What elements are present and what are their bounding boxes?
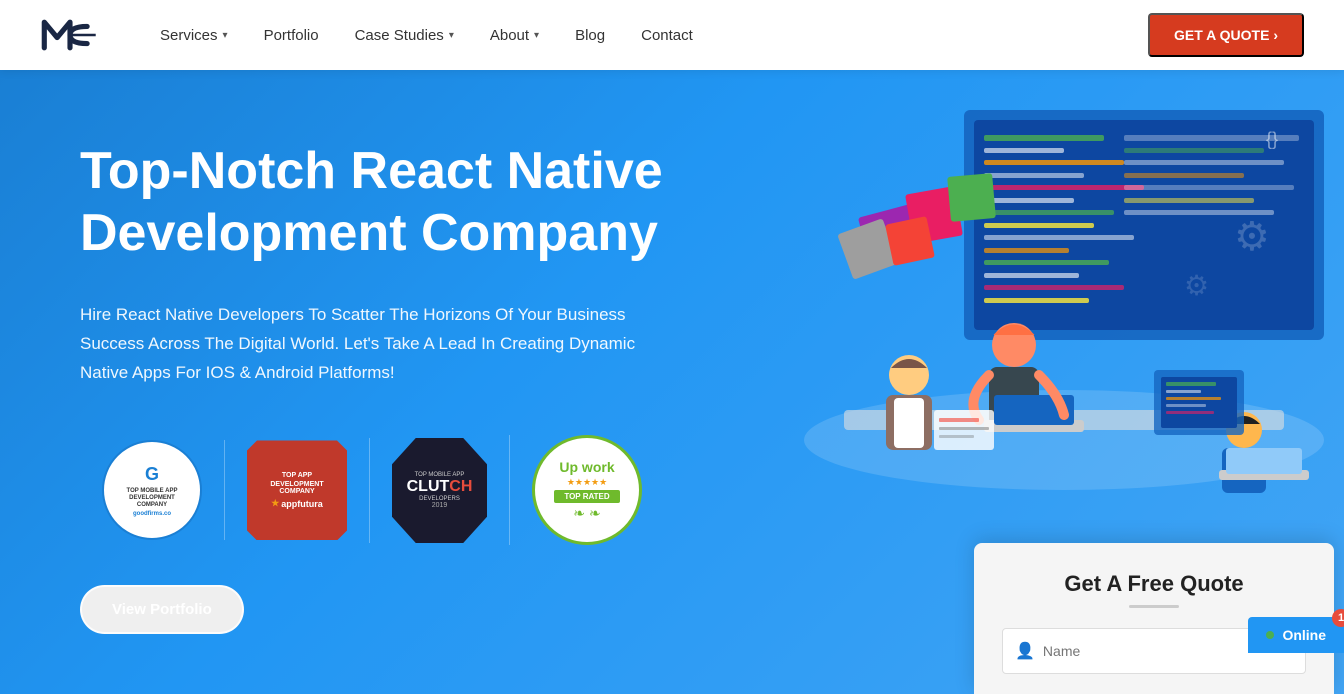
svg-text:⚙: ⚙	[1184, 270, 1209, 301]
badge-goodfirms: G TOP MOBILE APPDEVELOPMENTCOMPANY goodf…	[80, 440, 224, 540]
quote-name-icon: 👤	[1015, 641, 1035, 661]
hero-illustration: ⚙ ⚙ {}	[764, 80, 1344, 500]
nav-item-about[interactable]: About ▾	[490, 27, 539, 44]
nav-item-case-studies[interactable]: Case Studies ▾	[355, 27, 454, 44]
nav-item-portfolio[interactable]: Portfolio	[264, 27, 319, 44]
upwork-label: TOP RATED	[554, 490, 619, 503]
appfutura-brand: ★appfutura	[271, 498, 323, 509]
appfutura-top: TOP APP	[282, 472, 312, 479]
badge-upwork: Up work ★★★★★ TOP RATED ❧❧	[509, 435, 664, 545]
hero-title: Top-Notch React Native Development Compa…	[80, 140, 684, 265]
online-chat-badge[interactable]: Online 1	[1248, 617, 1344, 653]
nav-item-contact[interactable]: Contact	[641, 27, 693, 44]
hero-section: Top-Notch React Native Development Compa…	[0, 70, 1344, 694]
badges-row: G TOP MOBILE APPDEVELOPMENTCOMPANY goodf…	[80, 435, 684, 545]
about-dropdown-arrow: ▾	[534, 30, 539, 41]
online-status-dot	[1266, 631, 1274, 639]
nav-links: Services ▾ Portfolio Case Studies ▾ Abou…	[160, 27, 1148, 44]
goodfirms-icon: G	[145, 464, 159, 485]
upwork-stars: ★★★★★	[567, 477, 607, 488]
appfutura-mid: DEVELOPMENTCOMPANY	[270, 481, 323, 496]
upwork-brand: Up work	[559, 459, 614, 475]
clutch-mid: Clutch	[407, 478, 473, 496]
case-studies-dropdown-arrow: ▾	[449, 30, 454, 41]
upwork-laurel: ❧❧	[573, 505, 600, 522]
online-badge-count: 1	[1332, 609, 1344, 627]
quote-card-divider	[1129, 605, 1179, 608]
hero-description: Hire React Native Developers To Scatter …	[80, 301, 684, 388]
badge-appfutura: TOP APP DEVELOPMENTCOMPANY ★appfutura	[224, 440, 369, 540]
online-label: Online	[1282, 627, 1326, 643]
logo[interactable]	[40, 13, 100, 57]
quote-card-title: Get A Free Quote	[1002, 571, 1306, 597]
svg-text:{}: {}	[1266, 129, 1278, 149]
goodfirms-brand: goodfirms.co	[133, 511, 171, 517]
services-dropdown-arrow: ▾	[223, 30, 228, 41]
clutch-year: 2019	[432, 502, 448, 509]
svg-text:⚙: ⚙	[1234, 215, 1270, 259]
get-quote-button[interactable]: GET A QUOTE ›	[1148, 13, 1304, 57]
view-portfolio-button[interactable]: View Portfolio	[80, 585, 244, 634]
hero-right: ⚙ ⚙ {}	[744, 70, 1344, 694]
badge-clutch: TOP MOBILE APP Clutch DEVELOPERS 2019	[369, 438, 509, 543]
goodfirms-label: TOP MOBILE APPDEVELOPMENTCOMPANY	[122, 488, 183, 510]
nav-item-blog[interactable]: Blog	[575, 27, 605, 44]
nav-item-services[interactable]: Services ▾	[160, 27, 228, 44]
hero-left: Top-Notch React Native Development Compa…	[0, 70, 744, 694]
navbar: Services ▾ Portfolio Case Studies ▾ Abou…	[0, 0, 1344, 70]
